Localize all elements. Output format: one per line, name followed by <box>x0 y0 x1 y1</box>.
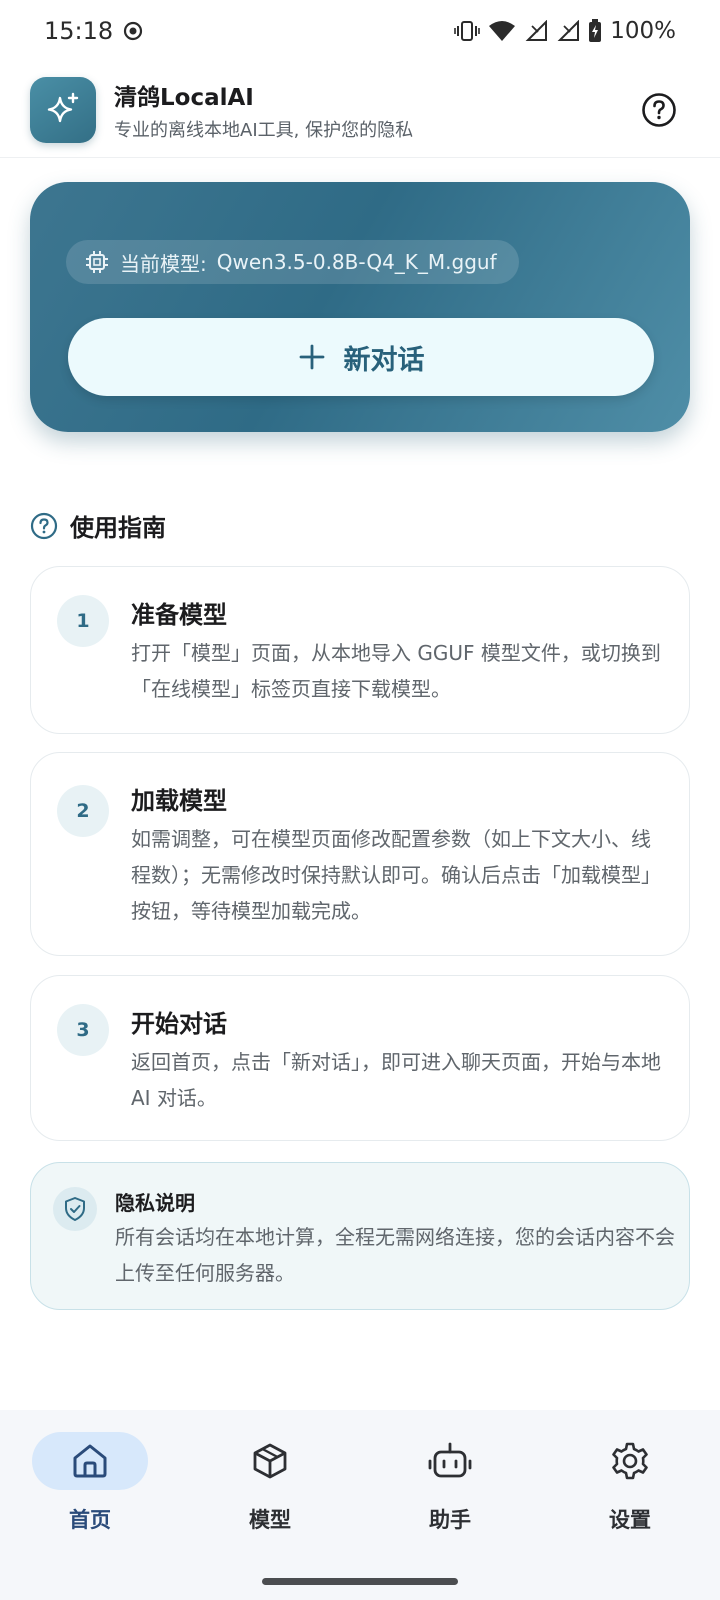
wifi-icon <box>489 21 516 41</box>
status-bar: 15:18 100% <box>0 0 720 62</box>
new-chat-label: 新对话 <box>343 344 425 376</box>
robot-icon <box>428 1442 472 1478</box>
nav-item-assistant[interactable]: 助手 <box>360 1432 540 1552</box>
nav-label: 模型 <box>249 1508 291 1532</box>
cube-icon <box>253 1443 287 1479</box>
sparkle-icon <box>47 92 79 122</box>
bottom-nav: 首页 模型 助手 设置 <box>0 1410 720 1600</box>
step-description: 返回首页，点击「新对话」，即可进入聊天页面，开始与本地 AI 对话。 <box>131 1050 661 1110</box>
guide-step-card: 1 准备模型 打开「模型」页面，从本地导入 GGUF 模型文件，或切换到「在线模… <box>30 566 690 734</box>
help-button[interactable] <box>640 91 678 129</box>
step-number: 1 <box>57 595 109 647</box>
status-right: 100% <box>454 18 676 44</box>
gear-icon <box>612 1442 648 1480</box>
nav-icon-wrap <box>572 1432 688 1490</box>
hero-card: 当前模型: Qwen3.5-0.8B-Q4_K_M.gguf 新对话 <box>30 182 690 432</box>
nav-item-settings[interactable]: 设置 <box>540 1432 720 1552</box>
step-description: 如需调整，可在模型页面修改配置参数（如上下文大小、线程数）；无需修改时保持默认即… <box>131 827 661 923</box>
guide-step-card: 3 开始对话 返回首页，点击「新对话」，即可进入聊天页面，开始与本地 AI 对话… <box>30 975 690 1141</box>
app-subtitle: 专业的离线本地AI工具, 保护您的隐私 <box>114 119 414 141</box>
status-left: 15:18 <box>44 17 143 45</box>
help-circle-icon <box>30 512 58 539</box>
privacy-card: 隐私说明 所有会话均在本地计算，全程无需网络连接，您的会话内容不会上传至任何服务… <box>30 1162 690 1310</box>
nav-item-models[interactable]: 模型 <box>180 1432 360 1552</box>
nav-label: 设置 <box>609 1508 651 1532</box>
chip-icon <box>86 251 108 273</box>
nav-icon-wrap <box>212 1432 328 1490</box>
step-title: 准备模型 <box>131 601 227 629</box>
app-title: 清鸽LocalAI <box>114 84 254 111</box>
guide-header: 使用指南 <box>30 508 166 543</box>
model-name: Qwen3.5-0.8B-Q4_K_M.gguf <box>216 250 497 274</box>
plus-icon <box>299 344 324 370</box>
shield-check-icon <box>65 1197 85 1221</box>
app-header: 清鸽LocalAI 专业的离线本地AI工具, 保护您的隐私 <box>0 62 720 158</box>
signal-icon <box>557 20 580 41</box>
home-indicator[interactable] <box>262 1578 458 1585</box>
nav-label: 助手 <box>429 1508 471 1532</box>
privacy-description: 所有会话均在本地计算，全程无需网络连接，您的会话内容不会上传至任何服务器。 <box>115 1225 675 1285</box>
privacy-icon-wrap <box>53 1187 97 1231</box>
nav-item-home[interactable]: 首页 <box>0 1432 180 1552</box>
new-chat-button[interactable]: 新对话 <box>68 318 654 396</box>
guide-step-card: 2 加载模型 如需调整，可在模型页面修改配置参数（如上下文大小、线程数）；无需修… <box>30 752 690 956</box>
help-circle-icon <box>642 92 676 127</box>
nav-label: 首页 <box>69 1508 111 1532</box>
dnd-icon <box>124 21 143 41</box>
battery-icon <box>589 19 602 42</box>
current-model-pill[interactable]: 当前模型: Qwen3.5-0.8B-Q4_K_M.gguf <box>66 240 519 284</box>
step-number: 2 <box>57 785 109 837</box>
nav-icon-wrap <box>32 1432 148 1490</box>
model-label: 当前模型: <box>120 251 207 276</box>
step-number: 3 <box>57 1004 109 1056</box>
step-description: 打开「模型」页面，从本地导入 GGUF 模型文件，或切换到「在线模型」标签页直接… <box>131 641 661 701</box>
step-title: 加载模型 <box>131 787 227 815</box>
app-logo <box>30 76 96 143</box>
guide-title: 使用指南 <box>70 514 166 542</box>
signal-icon <box>525 20 548 41</box>
status-time: 15:18 <box>44 17 114 45</box>
app-titles: 清鸽LocalAI 专业的离线本地AI工具, 保护您的隐私 <box>114 78 640 142</box>
step-title: 开始对话 <box>131 1010 227 1038</box>
battery-percent: 100% <box>610 18 676 44</box>
vibrate-icon <box>454 21 481 41</box>
privacy-title: 隐私说明 <box>115 1191 195 1215</box>
home-icon <box>73 1444 107 1478</box>
nav-icon-wrap <box>392 1432 508 1490</box>
